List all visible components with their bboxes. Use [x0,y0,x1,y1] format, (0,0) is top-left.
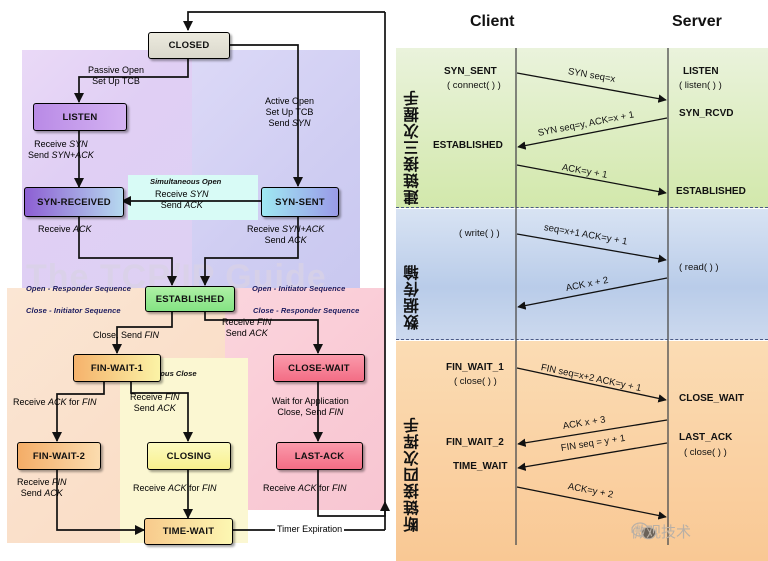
state-syn-received[interactable]: SYN-RECEIVED [24,187,124,217]
transition-label-timer-expiration: Timer Expiration [275,524,345,535]
server-call-read: ( read( ) ) [679,262,719,273]
wechat-watermark-text: 微观技术 [631,522,692,541]
client-state-syn-sent: SYN_SENT [444,66,497,77]
state-last-ack-label: LAST-ACK [294,450,345,462]
transition-label-listen-to-syn-received: Receive SYN Send SYN+ACK [28,139,94,160]
transition-label-fin-wait-2-to-time-wait: Receive FIN Send ACK [17,477,67,498]
transition-label-active-open: Active Open Set Up TCB Send SYN [265,96,315,128]
state-listen-label: LISTEN [62,111,98,123]
tcp-sequence-diagram: Client Server 建链接三次握手 数据传输 断链接四次挥手 SYN_S… [396,0,768,561]
state-close-wait[interactable]: CLOSE-WAIT [273,354,365,382]
state-fin-wait-1-label: FIN-WAIT-1 [90,362,144,374]
tcp-state-and-sequence-diagram: The TCP/IP Guide Open - Responder Sequen… [0,0,768,561]
transition-label-closing-to-time-wait: Receive ACK for FIN [133,483,217,493]
client-state-established-handshake: ESTABLISHED [433,140,503,151]
state-closed-label: CLOSED [168,40,210,51]
state-syn-received-label: SYN-RECEIVED [37,196,111,208]
state-fin-wait-2[interactable]: FIN-WAIT-2 [17,442,101,470]
state-closing-label: CLOSING [166,450,212,462]
client-call-close: ( close( ) ) [454,376,497,387]
state-closing[interactable]: CLOSING [147,442,231,470]
transition-label-established-to-close-wait: Receive FIN Send ACK [222,317,272,338]
transition-label-syn-sent-to-established: Receive SYN+ACK Send ACK [247,224,325,245]
state-time-wait[interactable]: TIME-WAIT [144,518,233,545]
transition-label-established-to-fin-wait-1: Close, Send FIN [93,330,160,340]
state-syn-sent[interactable]: SYN-SENT [261,187,339,217]
client-call-connect: ( connect( ) ) [447,80,501,91]
client-state-fin-wait-2: FIN_WAIT_2 [446,437,504,448]
state-listen[interactable]: LISTEN [33,103,127,131]
state-syn-sent-label: SYN-SENT [275,196,325,208]
tcp-state-transition-diagram: The TCP/IP Guide Open - Responder Sequen… [0,0,396,561]
state-fin-wait-2-label: FIN-WAIT-2 [32,450,86,462]
state-last-ack[interactable]: LAST-ACK [276,442,363,470]
state-closed[interactable]: CLOSED [148,32,230,59]
transition-label-close-wait-to-last-ack: Wait for Application Close, Send FIN [272,396,349,417]
transition-label-last-ack-to-closed: Receive ACK for FIN [263,483,347,493]
state-fin-wait-1[interactable]: FIN-WAIT-1 [73,354,161,382]
transition-label-simultaneous-open: Receive SYN Send ACK [155,189,209,210]
state-established-label: ESTABLISHED [155,293,225,305]
transition-label-syn-received-to-established: Receive ACK [38,224,92,234]
transition-label-fin-wait-1-to-closing: Receive FIN Send ACK [130,392,180,413]
transition-label-fin-wait-1-to-fin-wait-2: Receive ACK for FIN [13,397,97,407]
wechat-watermark: 微观技术 [631,521,691,541]
server-state-last-ack: LAST_ACK [679,432,733,443]
state-established[interactable]: ESTABLISHED [145,286,235,312]
server-state-close-wait: CLOSE_WAIT [679,393,745,404]
client-state-fin-wait-1: FIN_WAIT_1 [446,362,504,373]
client-call-write: ( write( ) ) [459,228,500,239]
server-state-syn-rcvd: SYN_RCVD [679,108,734,119]
server-state-established-handshake: ESTABLISHED [676,186,746,197]
state-time-wait-label: TIME-WAIT [162,526,215,537]
state-close-wait-label: CLOSE-WAIT [288,362,350,374]
client-state-time-wait: TIME_WAIT [453,461,508,472]
server-call-close: ( close( ) ) [684,447,727,458]
server-call-listen: ( listen( ) ) [679,80,722,91]
server-state-listen: LISTEN [683,66,719,77]
transition-label-passive-open: Passive Open Set Up TCB [88,65,145,86]
